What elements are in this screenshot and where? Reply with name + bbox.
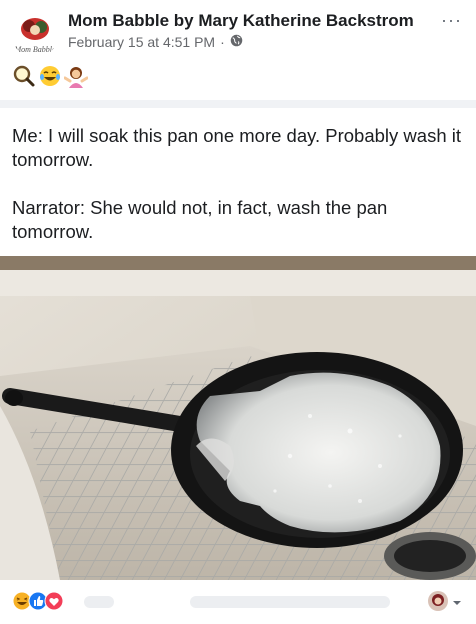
post-header: Mom Babble Mom Babble by Mary Katherine … [0, 0, 476, 58]
skillet-in-sink-image [0, 256, 476, 580]
svg-text:Mom Babble: Mom Babble [13, 45, 56, 54]
magnifying-glass-icon [12, 64, 36, 93]
timestamp[interactable]: February 15 at 4:51 PM [68, 34, 215, 50]
comment-share-count-blur [190, 596, 390, 608]
header-emoji-row [12, 64, 89, 93]
post-footer [0, 582, 476, 624]
reaction-count-blur [84, 596, 114, 608]
woman-shrugging-emoji [63, 64, 89, 93]
globe-icon [230, 34, 243, 50]
post-meta: February 15 at 4:51 PM · [68, 34, 243, 50]
page-avatar[interactable]: Mom Babble [12, 12, 58, 58]
caption-line-narrator: Narrator: She would not, in fact, wash t… [12, 197, 388, 242]
meta-separator: · [220, 34, 225, 50]
caption-line-me: Me: I will soak this pan one more day. P… [12, 125, 462, 170]
post-photo[interactable] [0, 256, 476, 580]
more-options-button[interactable]: ··· [441, 10, 462, 31]
laughing-crying-emoji [38, 64, 62, 93]
mom-babble-logo: Mom Babble [12, 12, 58, 58]
post-caption: Me: I will soak this pan one more day. P… [12, 124, 462, 268]
viewer-avatar [428, 591, 448, 616]
viewer-selector[interactable] [428, 591, 462, 616]
reaction-summary[interactable] [12, 591, 64, 616]
caret-down-icon [452, 595, 462, 613]
header-divider [0, 100, 476, 108]
love-reaction-icon [44, 591, 64, 616]
author-name[interactable]: Mom Babble by Mary Katherine Backstrom [68, 11, 414, 31]
